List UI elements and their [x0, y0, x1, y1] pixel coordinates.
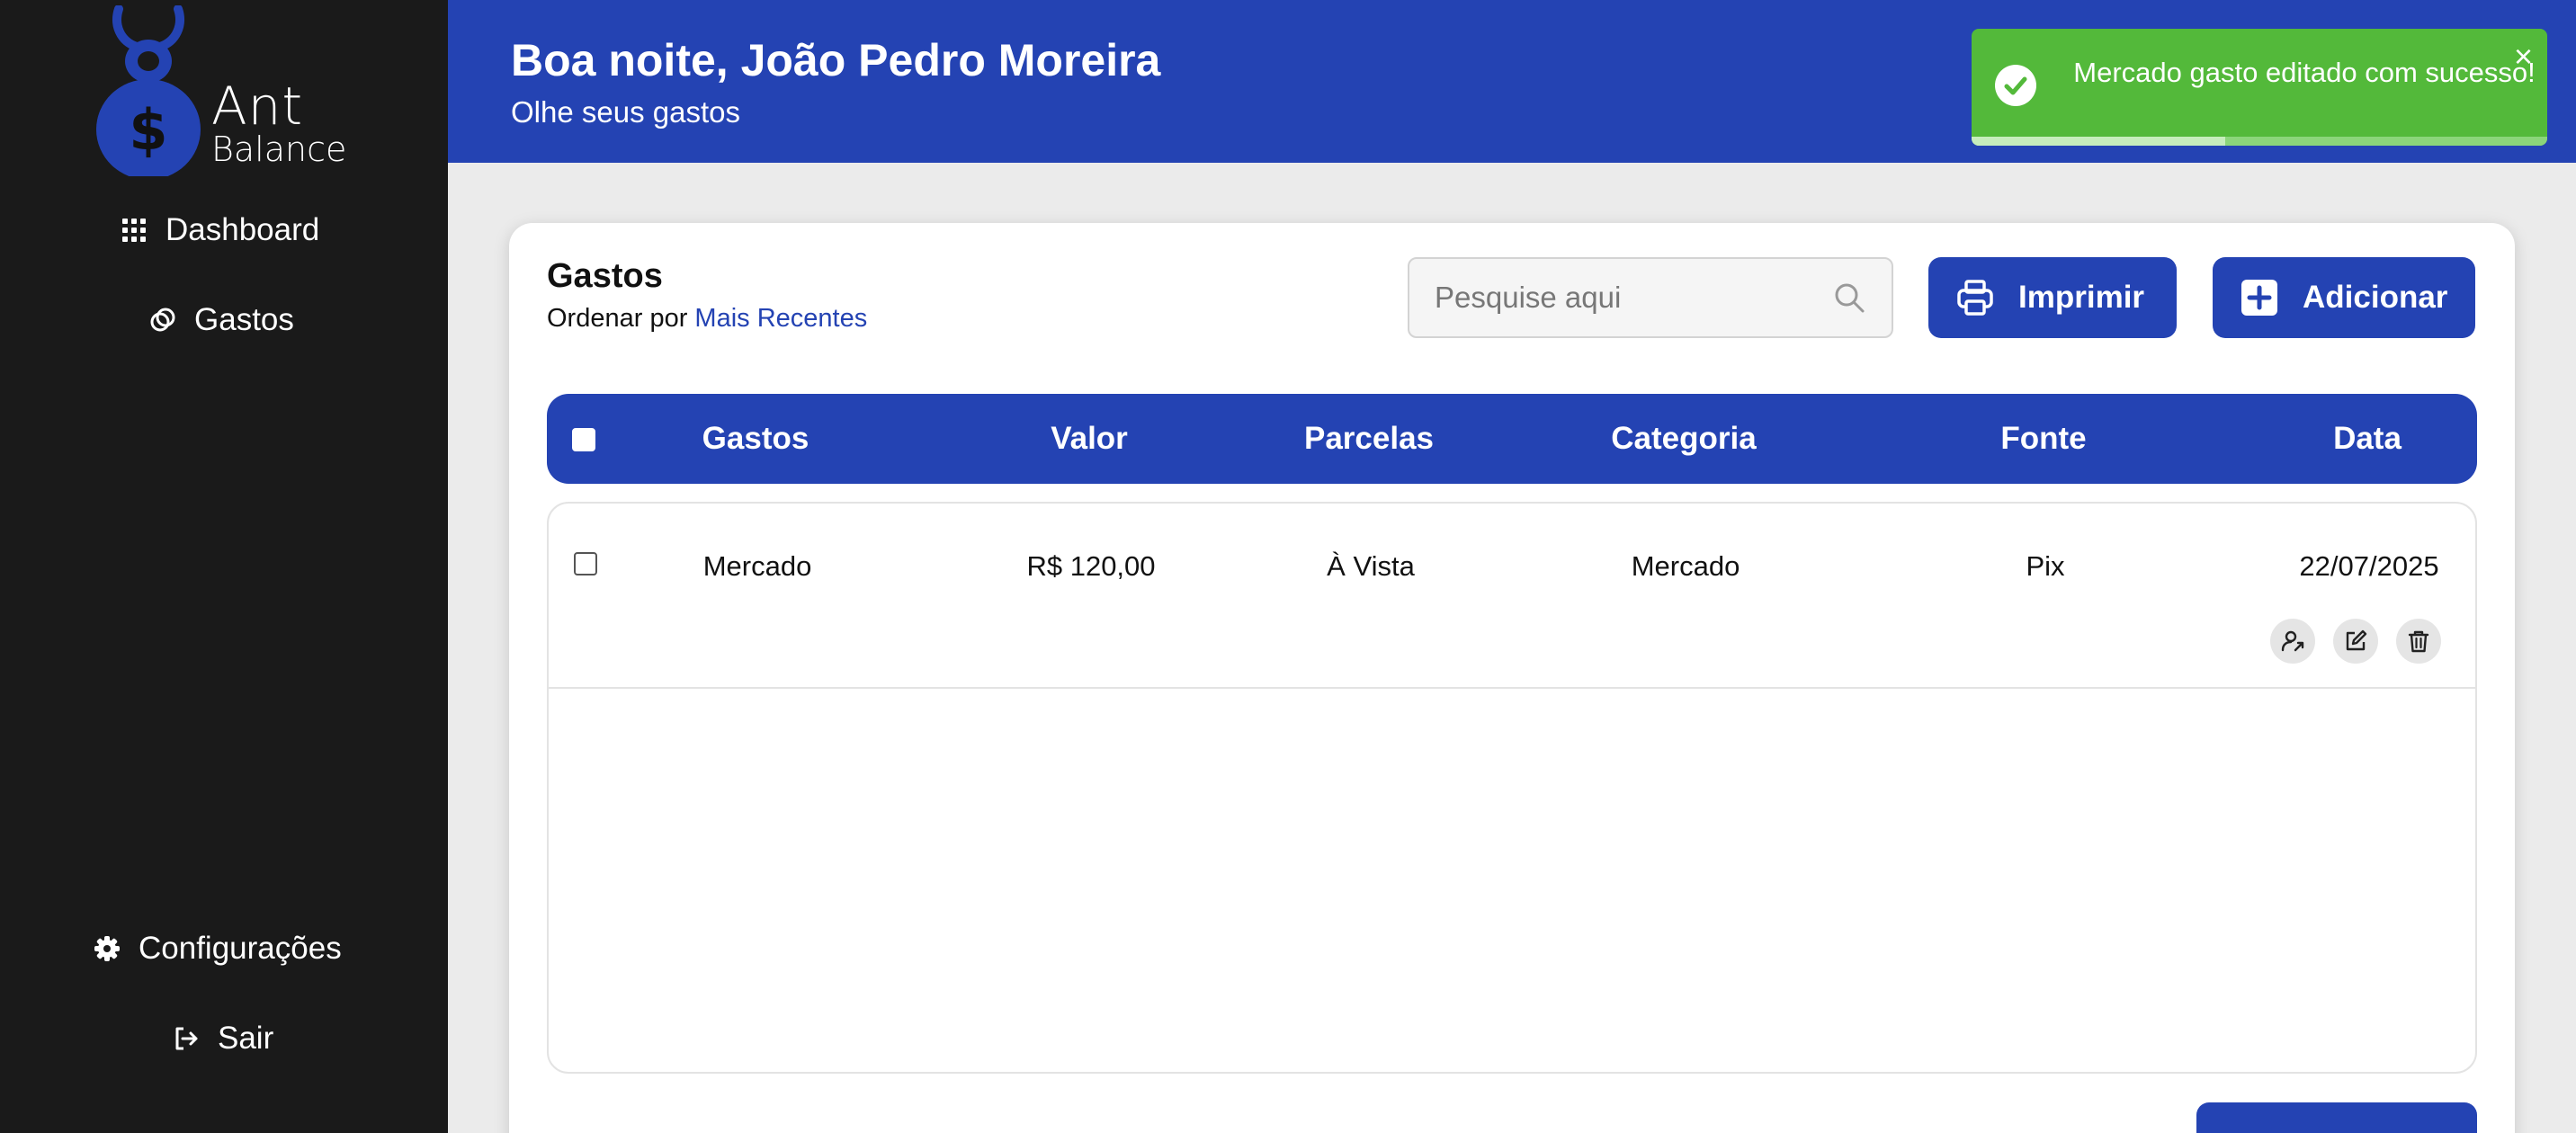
- coins-icon: [150, 308, 175, 332]
- toast-progress-bar: [1972, 137, 2225, 146]
- sort-option-link[interactable]: Mais Recentes: [694, 304, 867, 333]
- ant-moneybag-icon: $: [96, 4, 201, 180]
- column-header-parcelas[interactable]: Parcelas: [1304, 421, 1434, 457]
- cell-gasto: Mercado: [702, 550, 812, 582]
- edit-button[interactable]: [2333, 619, 2378, 664]
- search-icon[interactable]: [1832, 281, 1866, 315]
- brand-name-line1: Ant: [211, 76, 304, 137]
- cell-fonte: Pix: [2026, 550, 2065, 582]
- search-box[interactable]: [1408, 257, 1893, 338]
- app-root: $ Ant Balance Dashboard Gastos Configura…: [0, 0, 2576, 1133]
- trash-icon: [2408, 630, 2429, 653]
- grid-icon: [122, 219, 146, 242]
- cell-valor: R$ 120,00: [1026, 550, 1156, 582]
- table-header: Gastos Valor Parcelas Categoria Fonte Da…: [547, 394, 2477, 484]
- column-header-gastos[interactable]: Gastos: [702, 421, 809, 457]
- page-title: Boa noite, João Pedro Moreira: [511, 35, 1161, 85]
- delete-selected-button[interactable]: [2196, 1102, 2477, 1133]
- share-user-button[interactable]: [2270, 619, 2315, 664]
- expenses-card: Gastos Ordenar por Mais Recentes Imprimi…: [509, 223, 2515, 1133]
- delete-button[interactable]: [2396, 619, 2441, 664]
- printer-icon: [1957, 280, 1993, 316]
- close-icon[interactable]: ×: [2514, 38, 2533, 76]
- check-circle-icon: [1995, 65, 2036, 106]
- sidebar-item-label: Gastos: [194, 302, 294, 337]
- print-button[interactable]: Imprimir: [1928, 257, 2177, 338]
- svg-text:$: $: [129, 97, 167, 163]
- column-header-categoria[interactable]: Categoria: [1611, 421, 1756, 457]
- card-title: Gastos: [547, 257, 663, 295]
- add-button[interactable]: Adicionar: [2213, 257, 2475, 338]
- brand-name-line2: Balance: [211, 129, 347, 169]
- ant-balance-logo[interactable]: $ Ant Balance: [90, 4, 351, 180]
- sidebar-item-label: Sair: [218, 1021, 274, 1056]
- toast-message: Mercado gasto editado com sucesso!: [2073, 57, 2536, 88]
- cell-data: 22/07/2025: [2299, 550, 2439, 582]
- search-input[interactable]: [1435, 281, 1832, 315]
- user-share-icon: [2281, 630, 2304, 652]
- success-toast[interactable]: Mercado gasto editado com sucesso! ×: [1972, 29, 2547, 146]
- column-header-data[interactable]: Data: [2333, 421, 2402, 457]
- cell-categoria: Mercado: [1631, 550, 1740, 582]
- gear-icon: [94, 936, 120, 961]
- column-header-valor[interactable]: Valor: [1051, 421, 1128, 457]
- row-checkbox[interactable]: [574, 552, 597, 575]
- sidebar-item-gastos[interactable]: Gastos: [149, 302, 294, 338]
- print-button-label: Imprimir: [2018, 280, 2145, 315]
- sidebar-item-sair[interactable]: Sair: [173, 1021, 273, 1057]
- column-header-fonte[interactable]: Fonte: [2000, 421, 2086, 457]
- sidebar-item-dashboard[interactable]: Dashboard: [121, 212, 319, 248]
- sidebar-item-configuracoes[interactable]: Configurações: [94, 931, 342, 967]
- cell-parcelas: À Vista: [1327, 550, 1415, 582]
- sort-label: Ordenar por: [547, 304, 688, 333]
- edit-icon: [2346, 629, 2367, 651]
- table-body: Mercado R$ 120,00 À Vista Mercado Pix 22…: [547, 502, 2477, 1074]
- logout-icon: [175, 1027, 198, 1050]
- sidebar: $ Ant Balance Dashboard Gastos Configura…: [0, 0, 448, 1133]
- sort-control: Ordenar por Mais Recentes: [547, 304, 867, 334]
- sidebar-item-label: Dashboard: [165, 212, 320, 247]
- table-row[interactable]: Mercado R$ 120,00 À Vista Mercado Pix 22…: [549, 504, 2475, 689]
- add-button-label: Adicionar: [2303, 280, 2448, 315]
- sidebar-item-label: Configurações: [139, 931, 342, 966]
- plus-square-icon: [2241, 280, 2277, 316]
- select-all-checkbox[interactable]: [572, 428, 595, 451]
- page-subtitle: Olhe seus gastos: [511, 95, 740, 129]
